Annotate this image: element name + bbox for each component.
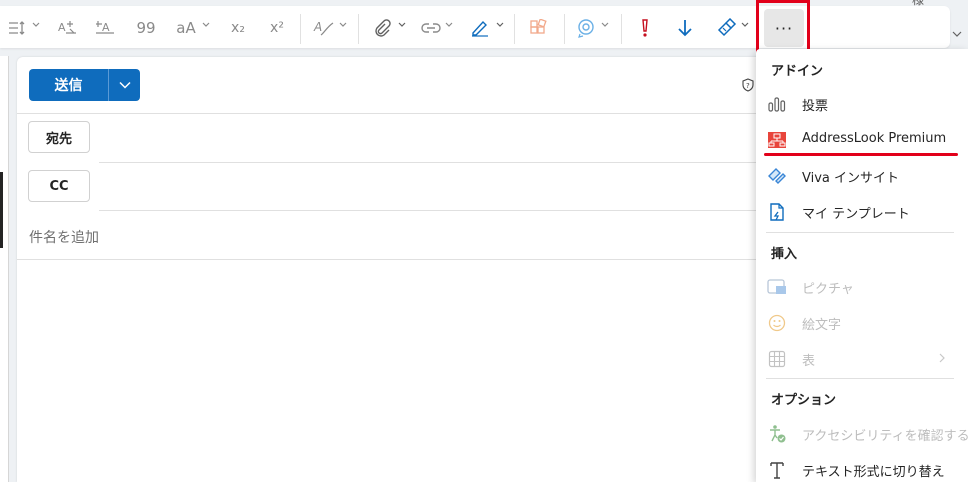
- left-panel-scroll-indicator: [0, 172, 3, 248]
- more-options-menu: アドイン 投票 AddressLook Premium Viva インサイト マ…: [756, 49, 968, 482]
- menu-item-templates[interactable]: マイ テンプレート: [756, 194, 968, 228]
- apps-icon[interactable]: [526, 15, 550, 41]
- chevron-right-icon: [939, 353, 945, 363]
- left-panel-edge: [0, 56, 9, 482]
- divider: [17, 113, 777, 114]
- menu-item-label: 表: [802, 354, 816, 369]
- quote-icon[interactable]: 99: [134, 15, 158, 41]
- picture-icon: [767, 277, 787, 297]
- attach-icon[interactable]: [370, 15, 394, 41]
- line-spacing-icon[interactable]: [6, 15, 30, 41]
- signature-icon[interactable]: [468, 15, 492, 41]
- viva-insights-icon: [767, 166, 787, 186]
- to-button[interactable]: 宛先: [28, 121, 90, 153]
- loop-chevron-icon[interactable]: [600, 20, 610, 30]
- change-case-chevron-icon[interactable]: [201, 20, 211, 30]
- chevron-down-icon: [118, 81, 131, 89]
- menu-item-polls[interactable]: 投票: [756, 86, 968, 120]
- subject-input[interactable]: 件名を追加: [29, 227, 99, 247]
- menu-item-viva[interactable]: Viva インサイト: [756, 158, 968, 192]
- format-painter-chevron-icon[interactable]: [740, 20, 750, 30]
- menu-item-label: ピクチャ: [802, 282, 854, 297]
- divider: [17, 259, 777, 260]
- menu-item-label: テキスト形式に切り替え: [802, 465, 945, 480]
- menu-item-label: AddressLook Premium: [802, 131, 947, 146]
- menu-item-label: Viva インサイト: [802, 171, 900, 186]
- toolbar-separator: [300, 14, 301, 44]
- accessibility-check-icon: [767, 424, 787, 444]
- send-button[interactable]: 送信: [29, 69, 108, 101]
- increase-indent-icon[interactable]: A: [55, 15, 79, 41]
- menu-item-text-format[interactable]: テキスト形式に切り替え: [756, 452, 968, 482]
- importance-low-icon[interactable]: [674, 15, 696, 41]
- menu-section-options: オプション: [771, 393, 837, 408]
- attach-chevron-icon[interactable]: [397, 20, 407, 30]
- template-icon: [767, 202, 787, 222]
- send-button-group: 送信: [29, 69, 140, 101]
- importance-high-icon[interactable]: [634, 15, 656, 41]
- toolbar-separator: [358, 14, 359, 44]
- svg-text:A: A: [102, 21, 110, 34]
- poll-icon: [767, 94, 787, 114]
- menu-section-insert: 挿入: [771, 247, 798, 262]
- svg-text:?: ?: [746, 82, 750, 90]
- send-options-button[interactable]: [108, 69, 140, 101]
- menu-item-label: 投票: [802, 99, 829, 114]
- toolbar-separator: [514, 14, 515, 44]
- emoji-icon: [767, 313, 787, 333]
- decrease-indent-icon[interactable]: A: [93, 15, 117, 41]
- highlight-underline: [764, 153, 958, 156]
- divider: [99, 162, 777, 163]
- compose-pane: 送信 ? 宛先 CC 件名を追加: [17, 57, 777, 482]
- sensitivity-shield-icon[interactable]: ?: [741, 78, 755, 92]
- loop-icon[interactable]: [574, 15, 598, 41]
- menu-divider: [766, 378, 954, 379]
- styles-icon[interactable]: A: [312, 15, 336, 41]
- toolbar-separator: [621, 14, 622, 44]
- svg-text:A: A: [58, 21, 66, 34]
- highlight-box: [756, 0, 810, 54]
- text-format-icon: [767, 460, 787, 480]
- addresslook-icon: [767, 130, 787, 150]
- table-icon: [767, 349, 787, 369]
- menu-item-label: マイ テンプレート: [802, 207, 910, 222]
- ribbon: 様 A A 99 aA x₂ x² A ···: [0, 0, 968, 56]
- link-chevron-icon[interactable]: [444, 20, 454, 30]
- menu-item-accessibility[interactable]: アクセシビリティを確認する: [756, 416, 968, 450]
- toolbar-separator: [564, 14, 565, 44]
- format-painter-icon[interactable]: [714, 15, 738, 41]
- menu-item-addresslook[interactable]: AddressLook Premium: [756, 122, 968, 156]
- link-icon[interactable]: [419, 15, 443, 41]
- menu-item-picture[interactable]: ピクチャ: [756, 269, 968, 303]
- cc-button[interactable]: CC: [28, 170, 90, 202]
- menu-item-emoji[interactable]: 絵文字: [756, 305, 968, 339]
- styles-chevron-icon[interactable]: [338, 20, 348, 30]
- menu-item-table[interactable]: 表: [756, 341, 968, 375]
- divider: [99, 210, 777, 211]
- menu-section-addins: アドイン: [771, 64, 824, 79]
- signature-chevron-icon[interactable]: [495, 20, 505, 30]
- menu-item-label: 絵文字: [802, 318, 842, 333]
- svg-text:A: A: [313, 20, 322, 34]
- superscript-icon[interactable]: x²: [265, 15, 289, 41]
- menu-divider: [766, 232, 954, 233]
- menu-item-label: アクセシビリティを確認する: [802, 429, 968, 444]
- ribbon-expand-chevron-icon[interactable]: [950, 28, 964, 40]
- subscript-icon[interactable]: x₂: [226, 15, 250, 41]
- line-spacing-chevron-icon[interactable]: [31, 20, 41, 30]
- change-case-icon[interactable]: aA: [174, 15, 198, 41]
